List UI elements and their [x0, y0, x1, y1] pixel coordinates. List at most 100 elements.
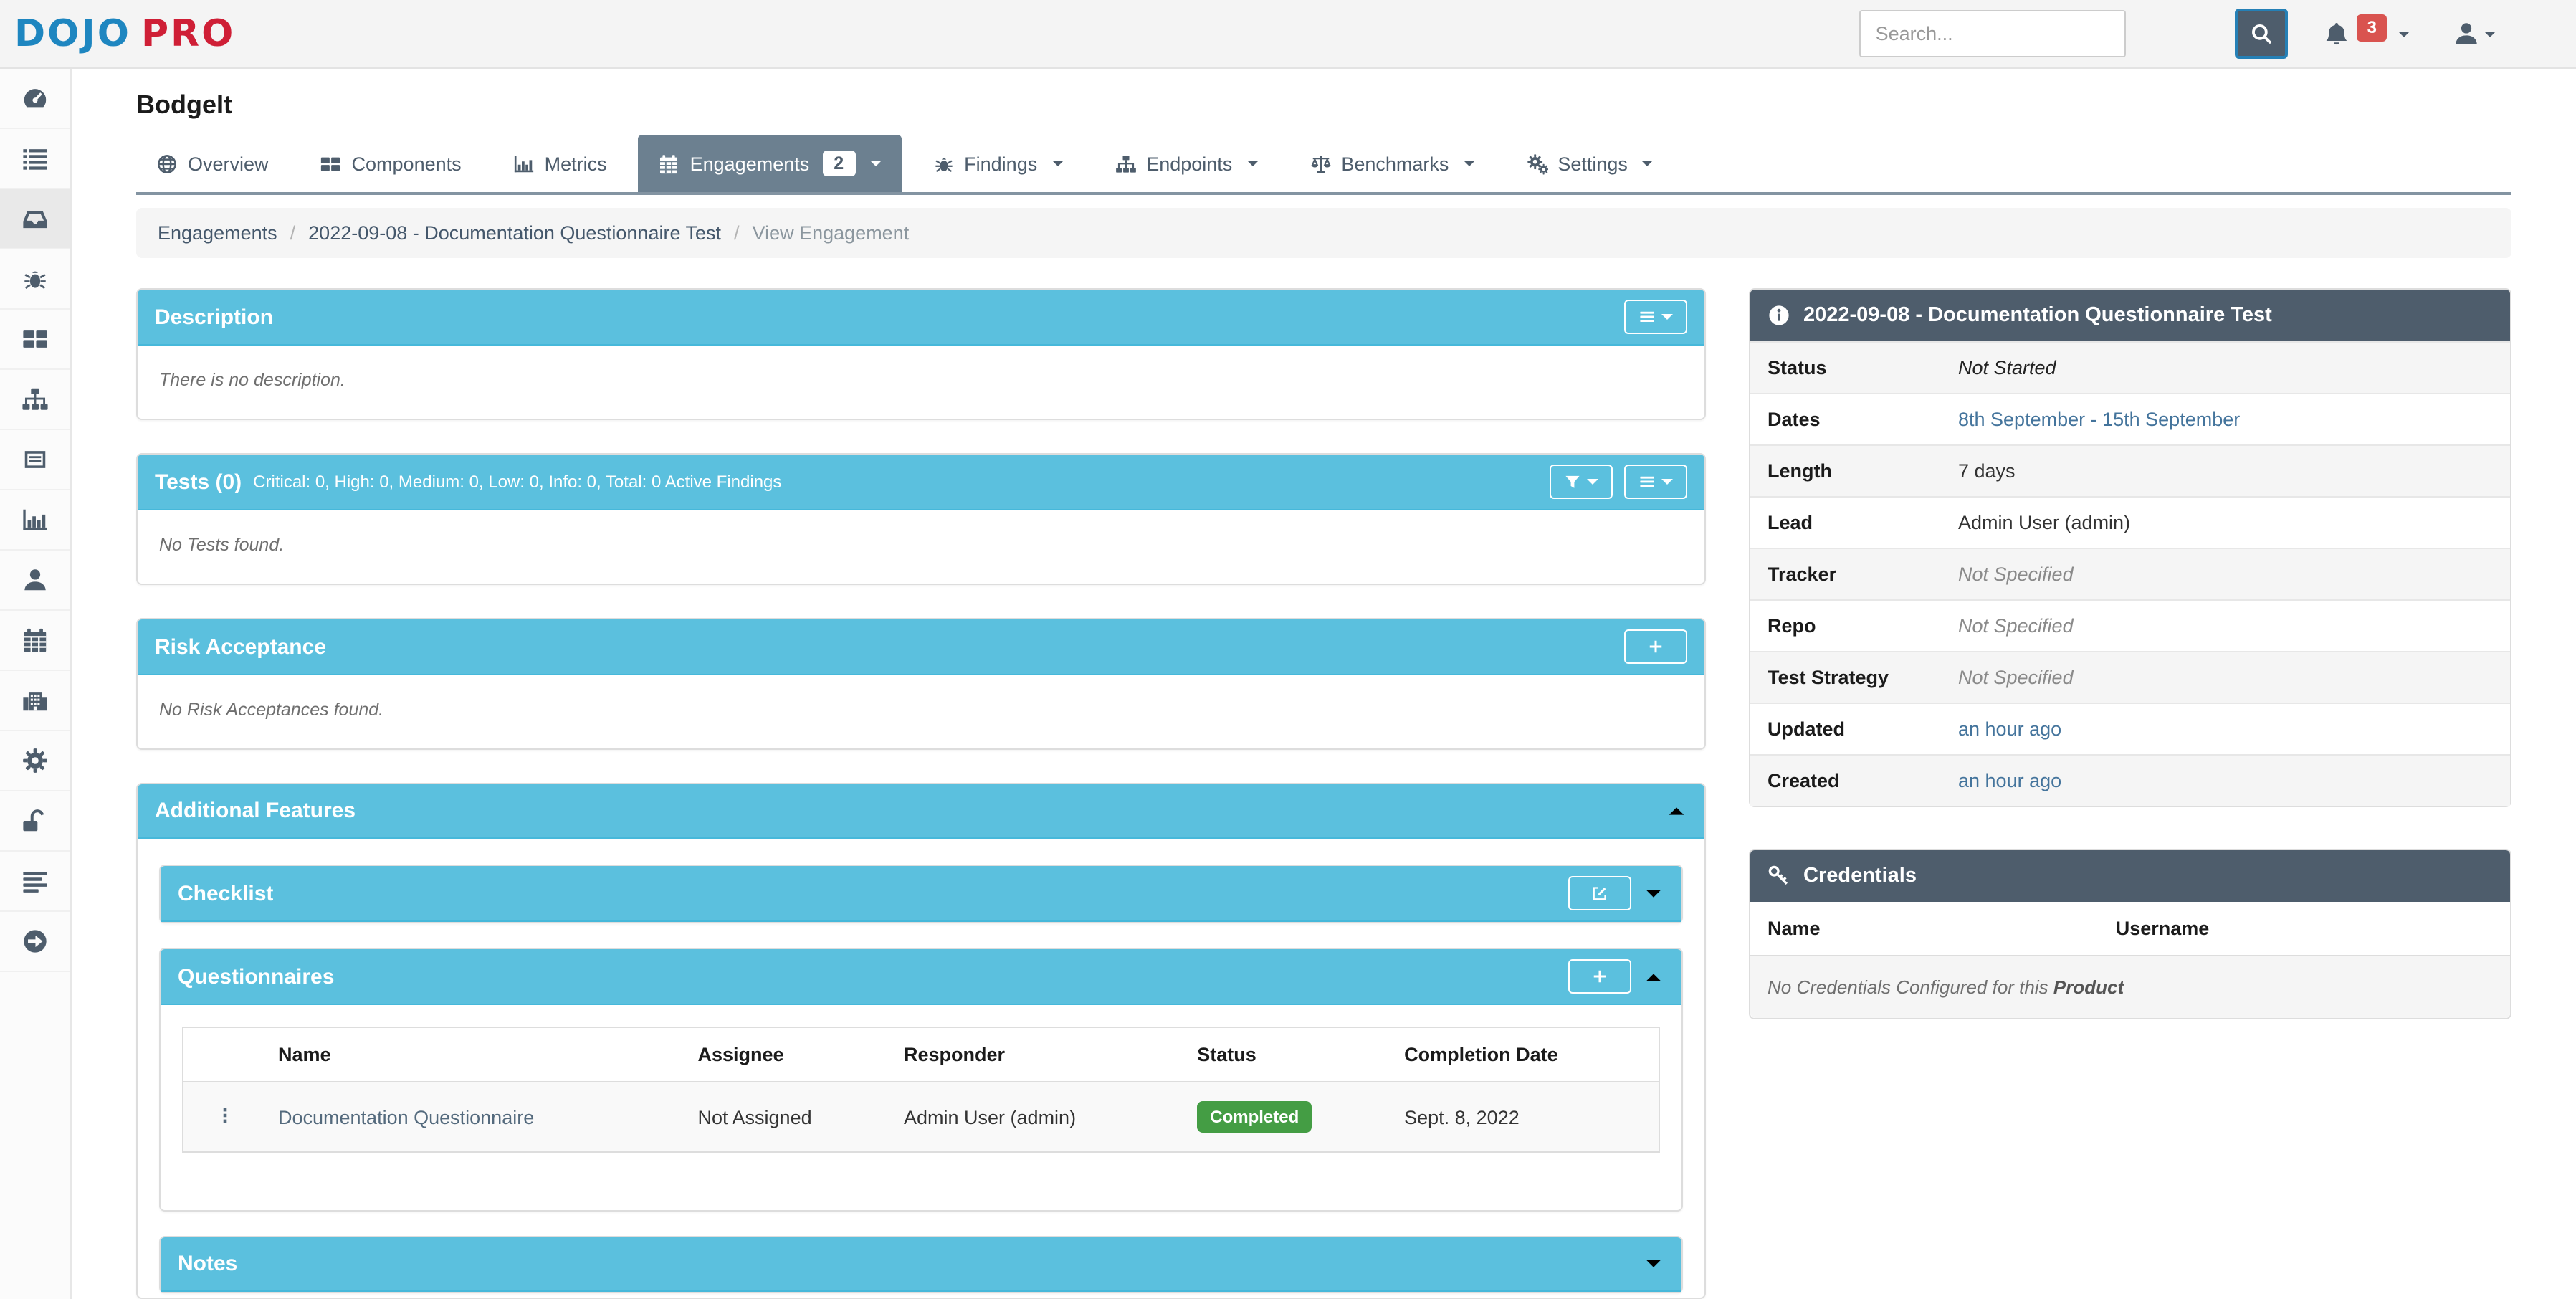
questionnaire-completion-date: Sept. 8, 2022 [1393, 1082, 1659, 1151]
engagement-count-badge: 2 [822, 151, 855, 176]
questionnaires-table-wrap: Name Assignee Responder Status Completio… [182, 1027, 1660, 1153]
calendar-icon [659, 153, 680, 174]
search-input[interactable] [1860, 10, 2127, 57]
additional-features-body: Checklist Quest [138, 839, 1704, 1298]
right-column: 2022-09-08 - Documentation Questionnaire… [1749, 288, 2511, 1019]
user-icon [2453, 20, 2480, 47]
risk-acceptance-panel-header: Risk Acceptance [138, 619, 1704, 675]
breadcrumb-separator: / [721, 222, 753, 244]
column-header-name: Name [267, 1028, 687, 1082]
panel-title: Checklist [178, 881, 273, 905]
breadcrumb-separator: / [277, 222, 309, 244]
sidebar-item-engagements[interactable] [0, 189, 70, 249]
menu-bars-icon [1638, 473, 1656, 490]
tab-label: Engagements [690, 153, 810, 174]
page-title: BodgeIt [136, 89, 2511, 120]
empty-tests-text: No Tests found. [159, 535, 284, 555]
add-questionnaire-button[interactable] [1568, 959, 1631, 994]
notification-count-badge: 3 [2357, 14, 2387, 42]
globe-icon [156, 153, 178, 174]
description-panel: Description There is no description. [136, 288, 1706, 420]
questionnaire-responder: Admin User (admin) [892, 1082, 1186, 1151]
user-icon [22, 566, 49, 594]
tab-engagements[interactable]: Engagements 2 [639, 135, 902, 192]
tab-label: Benchmarks [1341, 153, 1449, 174]
tab-metrics[interactable]: Metrics [493, 135, 627, 192]
sidebar-item-questionnaires[interactable] [0, 671, 70, 731]
collapse-chevron-up-icon[interactable] [1666, 800, 1687, 822]
sidebar-item-findings[interactable] [0, 249, 70, 310]
notifications-menu[interactable]: 3 [2323, 14, 2410, 53]
tab-endpoints[interactable]: Endpoints [1094, 135, 1278, 192]
credentials-empty-row: No Credentials Configured for this Produ… [1750, 956, 2510, 1018]
info-row-tracker: Tracker Not Specified [1750, 548, 2510, 599]
plus-icon [1647, 638, 1664, 655]
sidebar-item-logout[interactable] [0, 912, 70, 972]
dates-value[interactable]: 8th September - 15th September [1958, 409, 2240, 430]
additional-features-panel: Additional Features Checklist [136, 783, 1706, 1299]
credentials-header: Credentials [1750, 850, 2510, 902]
chevron-down-icon [1051, 161, 1063, 166]
sidebar-item-tools[interactable] [0, 852, 70, 912]
balance-scale-icon [1310, 153, 1331, 174]
chevron-down-icon [1587, 479, 1598, 485]
collapse-chevron-up-icon[interactable] [1643, 966, 1664, 987]
checklist-panel-header: Checklist [161, 866, 1681, 922]
expand-chevron-down-icon[interactable] [1643, 882, 1664, 904]
engagement-info-header: 2022-09-08 - Documentation Questionnaire… [1750, 290, 2510, 341]
notes-panel-header: Notes [161, 1237, 1681, 1292]
tab-overview[interactable]: Overview [136, 135, 289, 192]
engagement-title: 2022-09-08 - Documentation Questionnaire… [1803, 304, 2272, 327]
sidebar-item-users[interactable] [0, 551, 70, 611]
tab-label: Settings [1557, 153, 1628, 174]
user-menu[interactable] [2453, 20, 2496, 47]
info-circle-icon [1768, 304, 1790, 327]
kebab-menu-icon[interactable] [215, 1105, 235, 1125]
test-strategy-value: Not Specified [1958, 667, 2074, 688]
sidebar-item-components[interactable] [0, 310, 70, 370]
expand-chevron-down-icon[interactable] [1643, 1253, 1664, 1275]
checklist-panel: Checklist [159, 865, 1683, 923]
breadcrumb-link-engagement[interactable]: 2022-09-08 - Documentation Questionnaire… [308, 222, 721, 244]
info-row-status: Status Not Started [1750, 341, 2510, 393]
tests-filter-button[interactable] [1550, 465, 1613, 499]
tab-label: Components [352, 153, 462, 174]
tab-findings[interactable]: Findings [912, 135, 1083, 192]
add-risk-acceptance-button[interactable] [1624, 629, 1687, 664]
sidebar-item-dashboard[interactable] [0, 69, 70, 129]
sidebar-item-settings[interactable] [0, 731, 70, 791]
sidebar-item-reports[interactable] [0, 430, 70, 490]
server-icon [22, 867, 49, 895]
sidebar-item-credentials[interactable] [0, 791, 70, 852]
status-badge: Completed [1197, 1101, 1312, 1133]
top-navbar: DOJO PRO 3 [0, 0, 2576, 69]
sidebar-item-endpoints[interactable] [0, 370, 70, 430]
tests-panel-body: No Tests found. [138, 510, 1704, 584]
chevron-down-icon [1463, 161, 1474, 166]
dashboard-icon [22, 85, 49, 112]
tab-benchmarks[interactable]: Benchmarks [1289, 135, 1494, 192]
sidebar-item-list[interactable] [0, 129, 70, 189]
sidebar-item-metrics[interactable] [0, 490, 70, 551]
panel-title: Notes [178, 1252, 237, 1276]
description-menu-button[interactable] [1624, 300, 1687, 334]
app-logo[interactable]: DOJO PRO [14, 12, 235, 55]
search-button[interactable] [2236, 9, 2289, 59]
engagement-info-rows: Status Not Started Dates 8th September -… [1750, 341, 2510, 806]
empty-description-text: There is no description. [159, 370, 345, 390]
info-row-repo: Repo Not Specified [1750, 599, 2510, 651]
tab-settings[interactable]: Settings [1506, 135, 1674, 192]
bug-icon [932, 153, 954, 174]
tab-components[interactable]: Components [300, 135, 482, 192]
gear-icon [22, 747, 49, 774]
info-row-dates: Dates 8th September - 15th September [1750, 393, 2510, 444]
credentials-panel: Credentials Name Username No Credentials… [1749, 849, 2511, 1019]
tests-menu-button[interactable] [1624, 465, 1687, 499]
breadcrumb-link-engagements[interactable]: Engagements [158, 222, 277, 244]
app-frame: DOJO PRO 3 [0, 0, 2576, 1299]
edit-checklist-button[interactable] [1568, 876, 1631, 910]
info-row-created: Created an hour ago [1750, 754, 2510, 806]
tab-label: Overview [188, 153, 269, 174]
questionnaire-link[interactable]: Documentation Questionnaire [278, 1106, 534, 1128]
sidebar-item-calendar[interactable] [0, 611, 70, 671]
